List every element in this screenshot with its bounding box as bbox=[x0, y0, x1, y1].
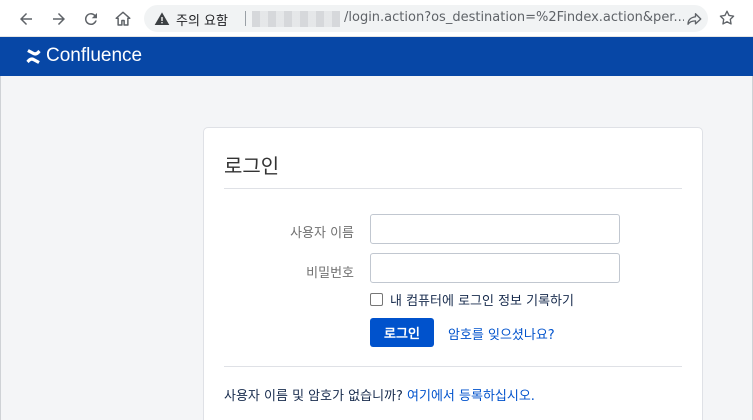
home-icon bbox=[115, 11, 131, 26]
forward-icon bbox=[53, 13, 65, 25]
remember-me-checkbox[interactable] bbox=[370, 293, 383, 306]
forward-button[interactable] bbox=[47, 7, 71, 31]
confluence-logo-icon[interactable] bbox=[24, 47, 43, 66]
reload-button[interactable] bbox=[79, 7, 103, 31]
login-title: 로그인 bbox=[224, 154, 280, 178]
url-text: /login.action?os_destination=%2Findex.ac… bbox=[344, 10, 684, 25]
star-icon[interactable] bbox=[718, 9, 736, 27]
app-header: Confluence bbox=[0, 37, 753, 76]
app-name[interactable]: Confluence bbox=[46, 45, 142, 67]
remember-me-label[interactable]: 내 컴퓨터에 로그인 정보 기록하기 bbox=[390, 290, 574, 309]
home-button[interactable] bbox=[111, 7, 135, 31]
forgot-password-link[interactable]: 암호를 잊으셨나요? bbox=[448, 324, 555, 343]
login-button[interactable]: 로그인 bbox=[370, 318, 434, 347]
username-input[interactable] bbox=[370, 214, 620, 244]
username-label: 사용자 이름 bbox=[290, 226, 354, 241]
back-button[interactable] bbox=[14, 7, 38, 31]
signup-link[interactable]: 여기에서 등록하십시오. bbox=[407, 389, 535, 404]
browser-toolbar: 주의 요함 /login.action?os_destination=%2Fin… bbox=[0, 0, 753, 37]
back-icon bbox=[20, 13, 32, 25]
signup-prompt: 사용자 이름 및 암호가 없습니까? 여기에서 등록하십시오. bbox=[224, 385, 535, 404]
address-bar[interactable]: 주의 요함 /login.action?os_destination=%2Fin… bbox=[144, 5, 708, 32]
title-divider bbox=[224, 188, 682, 189]
login-card: 로그인 사용자 이름 비밀번호 내 컴퓨터에 로그인 정보 기록하기 로그인 암… bbox=[203, 127, 703, 420]
remember-me-row[interactable]: 내 컴퓨터에 로그인 정보 기록하기 bbox=[370, 290, 574, 309]
password-input[interactable] bbox=[370, 253, 620, 283]
redacted-host bbox=[252, 11, 340, 27]
security-warning-text: 주의 요함 bbox=[176, 14, 228, 29]
signup-prompt-text: 사용자 이름 및 암호가 없습니까? bbox=[224, 389, 408, 404]
footer-divider bbox=[224, 366, 682, 367]
reload-icon bbox=[84, 13, 97, 26]
warning-icon bbox=[154, 12, 170, 25]
share-icon[interactable] bbox=[685, 10, 703, 28]
password-label: 비밀번호 bbox=[306, 266, 354, 281]
address-separator bbox=[245, 11, 246, 26]
